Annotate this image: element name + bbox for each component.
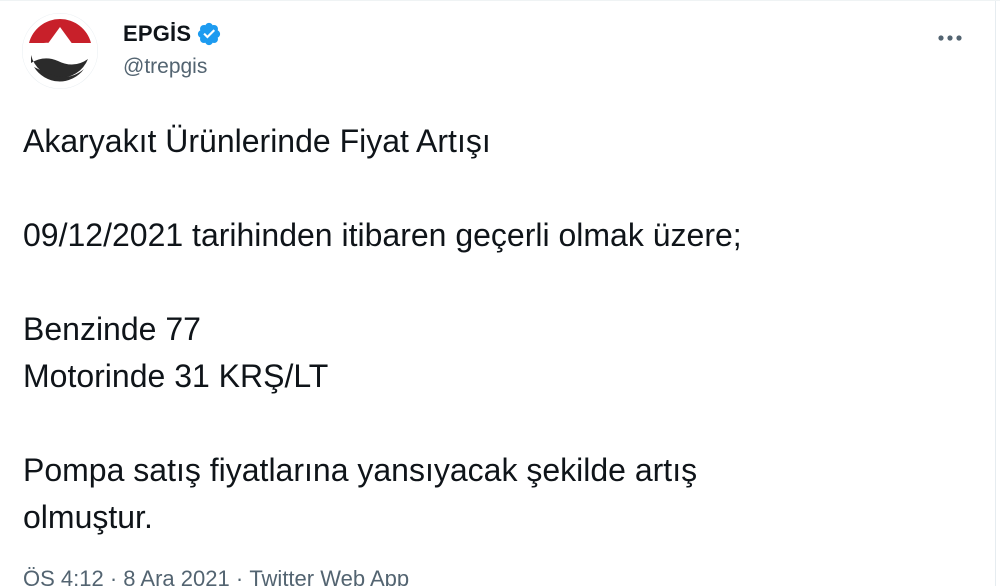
meta-separator: ·	[109, 566, 118, 586]
card-border	[995, 1, 996, 586]
epgis-logo-icon	[22, 13, 98, 89]
tweet-source[interactable]: Twitter Web App	[249, 566, 409, 586]
tweet-title: Akaryakıt Ürünlerinde Fiyat Artışı	[23, 123, 491, 159]
tweet-time[interactable]: ÖS 4:12	[23, 566, 104, 586]
tweet-meta: ÖS 4:12 · 8 Ara 2021 · Twitter Web App	[23, 566, 409, 586]
display-name[interactable]: EPGİS	[123, 21, 191, 47]
verified-badge-icon	[196, 21, 222, 47]
tweet-closing-line-1: Pompa satış fiyatlarına yansıyacak şekil…	[23, 452, 698, 488]
tweet-date[interactable]: 8 Ara 2021	[123, 566, 229, 586]
tweet-line-diesel: Motorinde 31 KRŞ/LT	[23, 358, 329, 394]
tweet-text: Akaryakıt Ürünlerinde Fiyat Artışı 09/12…	[23, 118, 923, 541]
name-row: EPGİS	[123, 19, 222, 49]
tweet-header: EPGİS @trepgis	[22, 13, 978, 89]
account-names: EPGİS @trepgis	[123, 19, 222, 79]
meta-separator: ·	[235, 566, 244, 586]
account-handle[interactable]: @trepgis	[123, 55, 222, 79]
more-horizontal-icon	[938, 35, 962, 41]
tweet-intro: 09/12/2021 tarihinden itibaren geçerli o…	[23, 217, 742, 253]
tweet-line-gasoline: Benzinde 77	[23, 311, 201, 347]
more-options-button[interactable]	[930, 23, 970, 53]
avatar[interactable]	[22, 13, 98, 89]
tweet-closing-line-2: olmuştur.	[23, 499, 153, 535]
tweet-card: EPGİS @trepgis Akaryakıt Ürünlerinde Fiy…	[0, 0, 1000, 586]
